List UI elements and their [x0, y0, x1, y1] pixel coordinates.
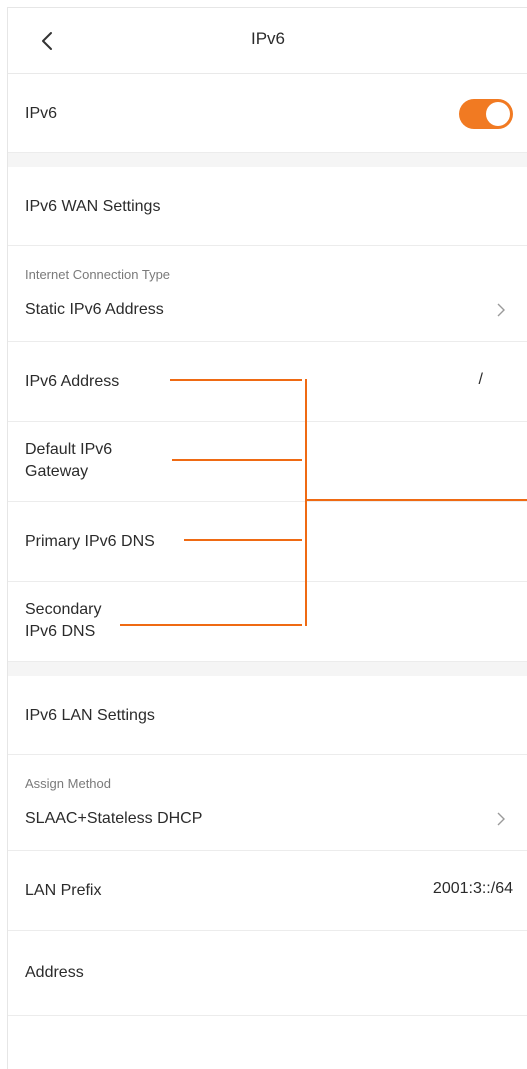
top-bar: IPv6 [8, 8, 527, 74]
address-row[interactable]: Address [8, 931, 527, 1016]
ipv6-settings-screen: IPv6 IPv6 IPv6 WAN Settings Internet Con… [7, 7, 527, 1069]
page-title: IPv6 [250, 29, 286, 48]
ipv6-address-row[interactable]: IPv6 Address / [8, 342, 527, 422]
callout-line-default-gateway [172, 459, 302, 461]
lan-prefix-row[interactable]: LAN Prefix 2001:3::/64 [8, 851, 527, 931]
lan-prefix-value: 2001:3::/64 [432, 880, 513, 897]
assign-method-value: SLAAC+Stateless DHCP [25, 810, 203, 827]
callout-bracket [305, 379, 307, 626]
wan-section-header: IPv6 WAN Settings [8, 167, 527, 246]
section-gap [8, 662, 527, 676]
assign-method-label: Assign Method [25, 776, 111, 791]
default-gateway-row[interactable]: Default IPv6 Gateway [8, 422, 527, 502]
secondary-dns-label: Secondary IPv6 DNS [25, 601, 102, 640]
lan-prefix-label: LAN Prefix [25, 882, 102, 899]
connection-type-value: Static IPv6 Address [25, 301, 164, 318]
lan-section-title: IPv6 LAN Settings [25, 707, 155, 724]
secondary-dns-row[interactable]: Secondary IPv6 DNS [8, 582, 527, 662]
ipv6-address-value: / [478, 371, 483, 388]
ipv6-toggle-label: IPv6 [25, 105, 58, 122]
primary-dns-row[interactable]: Primary IPv6 DNS [8, 502, 527, 582]
address-label: Address [25, 964, 84, 981]
section-gap [8, 153, 527, 167]
toggle-knob [486, 102, 510, 126]
wan-section-title: IPv6 WAN Settings [25, 198, 161, 215]
connection-type-row[interactable]: Internet Connection Type Static IPv6 Add… [8, 246, 527, 342]
callout-line-secondary-dns [120, 624, 302, 626]
lan-section-header: IPv6 LAN Settings [8, 676, 527, 755]
callout-line-ipv6-address [170, 379, 302, 381]
assign-method-row[interactable]: Assign Method SLAAC+Stateless DHCP [8, 755, 527, 851]
connection-type-label: Internet Connection Type [25, 267, 171, 282]
chevron-right-icon [497, 812, 505, 826]
callout-line-primary-dns [184, 539, 302, 541]
ipv6-address-label: IPv6 Address [25, 373, 120, 390]
ipv6-toggle-switch[interactable] [459, 99, 513, 129]
primary-dns-label: Primary IPv6 DNS [25, 533, 155, 550]
callout-pointer-line [307, 499, 527, 501]
ipv6-toggle-row: IPv6 [8, 74, 527, 153]
chevron-right-icon [497, 303, 505, 317]
default-gateway-label: Default IPv6 Gateway [25, 441, 113, 480]
